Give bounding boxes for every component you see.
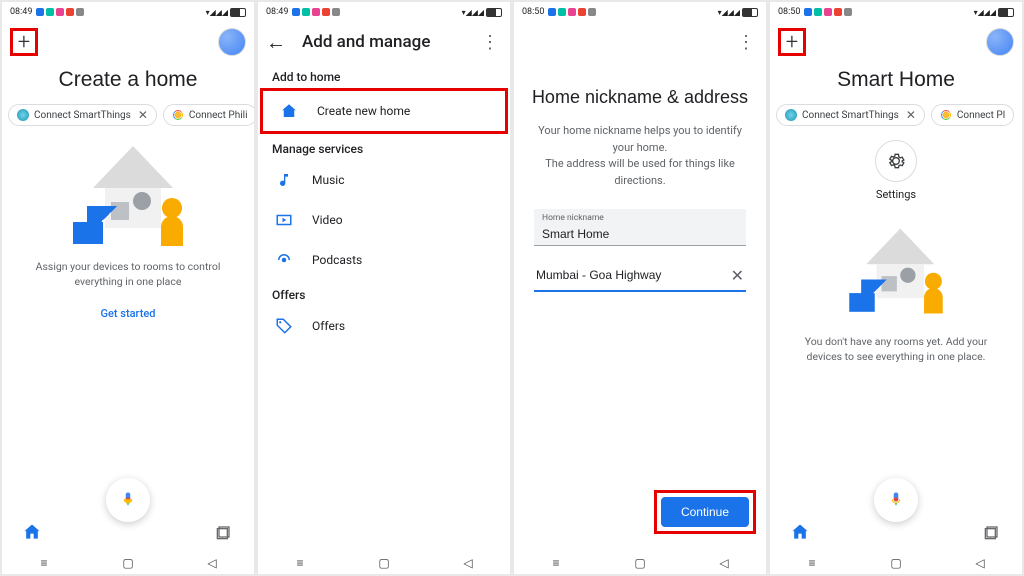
menu-icon[interactable]: ≡ [805, 556, 819, 570]
gear-icon [886, 151, 906, 171]
home-icon[interactable] [22, 522, 42, 542]
status-bar: 08:50 ▾ ◢ ◢ ◢ [514, 2, 766, 22]
appbar-title: Add and manage [302, 32, 462, 52]
top-bar: ⋮ [514, 22, 766, 62]
page-title: Create a home [2, 68, 254, 92]
chip-philips[interactable]: Connect Phili [163, 104, 254, 126]
back-nav-icon[interactable]: ◁ [205, 556, 219, 570]
video-icon [274, 210, 294, 230]
continue-button[interactable]: Continue [661, 497, 749, 527]
description: Your home nickname helps you to identify… [514, 123, 766, 189]
nickname-input[interactable] [542, 225, 738, 243]
mic-icon [887, 491, 905, 509]
system-nav: ≡ ▢ ◁ [258, 552, 510, 574]
nickname-field-group: Home nickname [534, 209, 746, 246]
status-time: 08:49 [266, 7, 288, 17]
back-icon[interactable]: ← [266, 30, 286, 55]
screen-nickname-address: 08:50 ▾ ◢ ◢ ◢ ⋮ Home nickname & address … [514, 2, 766, 574]
overflow-icon[interactable]: ⋮ [478, 32, 502, 53]
home-nav-icon[interactable]: ▢ [121, 556, 135, 570]
chip-philips[interactable]: Connect Pl [931, 104, 1014, 126]
status-indicators: ▾ ◢ ◢ ◢ [462, 8, 502, 17]
status-indicators: ▾ ◢ ◢ ◢ [974, 8, 1014, 17]
system-nav: ≡ ▢ ◁ [2, 552, 254, 574]
home-nav-icon[interactable]: ▢ [377, 556, 391, 570]
status-bar: 08:49 ▾ ◢ ◢ ◢ [258, 2, 510, 22]
add-button[interactable]: + [10, 28, 38, 56]
close-icon[interactable]: ✕ [906, 108, 916, 122]
menu-icon[interactable]: ≡ [37, 556, 51, 570]
back-nav-icon[interactable]: ◁ [717, 556, 731, 570]
section-add-to-home: Add to home [258, 62, 510, 88]
description: You don't have any rooms yet. Add your d… [770, 335, 1022, 364]
status-indicators: ▾ ◢ ◢ ◢ [206, 8, 246, 17]
page-title: Home nickname & address [514, 86, 766, 109]
chip-smartthings[interactable]: Connect SmartThings✕ [776, 104, 925, 126]
home-icon [279, 101, 299, 121]
chip-smartthings[interactable]: Connect SmartThings✕ [8, 104, 157, 126]
top-bar: + [770, 22, 1022, 62]
close-icon[interactable]: ✕ [138, 108, 148, 122]
suggestion-chips: Connect SmartThings✕ Connect Pl [770, 104, 1022, 126]
settings-label: Settings [770, 188, 1022, 201]
description: Assign your devices to rooms to control … [2, 260, 254, 289]
item-create-new-home[interactable]: Create new home [260, 88, 508, 134]
philips-hue-icon [172, 109, 184, 121]
system-nav: ≡ ▢ ◁ [770, 552, 1022, 574]
bottom-nav [770, 512, 1022, 552]
add-button[interactable]: + [778, 28, 806, 56]
home-nav-icon[interactable]: ▢ [633, 556, 647, 570]
smartthings-icon [17, 109, 29, 121]
item-music[interactable]: Music [258, 160, 510, 200]
back-nav-icon[interactable]: ◁ [973, 556, 987, 570]
clear-icon[interactable]: ✕ [731, 266, 744, 285]
status-time: 08:50 [522, 7, 544, 17]
status-indicators: ▾ ◢ ◢ ◢ [718, 8, 758, 17]
library-icon[interactable] [214, 522, 234, 542]
screen-create-home: 08:49 ▾ ◢ ◢ ◢ + Create a home Connect Sm… [2, 2, 254, 574]
continue-highlight: Continue [654, 490, 756, 534]
suggestion-chips: Connect SmartThings✕ Connect Phili [2, 104, 254, 126]
get-started-link[interactable]: Get started [2, 307, 254, 320]
home-nav-icon[interactable]: ▢ [889, 556, 903, 570]
status-time: 08:50 [778, 7, 800, 17]
address-field-group: ✕ [534, 260, 746, 292]
home-icon[interactable] [790, 522, 810, 542]
section-manage-services: Manage services [258, 134, 510, 160]
tag-icon [274, 316, 294, 336]
nickname-label: Home nickname [542, 213, 738, 223]
home-illustration [63, 146, 193, 246]
item-video[interactable]: Video [258, 200, 510, 240]
status-bar: 08:49 ▾ ◢ ◢ ◢ [2, 2, 254, 22]
overflow-icon[interactable]: ⋮ [734, 32, 758, 53]
page-title: Smart Home [770, 68, 1022, 92]
library-icon[interactable] [982, 522, 1002, 542]
mic-icon [119, 491, 137, 509]
music-icon [274, 170, 294, 190]
screen-smart-home: 08:50 ▾ ◢ ◢ ◢ + Smart Home Connect Smart… [770, 2, 1022, 574]
status-time: 08:49 [10, 7, 32, 17]
back-nav-icon[interactable]: ◁ [461, 556, 475, 570]
system-nav: ≡ ▢ ◁ [514, 552, 766, 574]
podcast-icon [274, 250, 294, 270]
menu-icon[interactable]: ≡ [293, 556, 307, 570]
smartthings-icon [785, 109, 797, 121]
avatar[interactable] [986, 28, 1014, 56]
philips-hue-icon [940, 109, 952, 121]
screen-add-manage: 08:49 ▾ ◢ ◢ ◢ ← Add and manage ⋮ Add to … [258, 2, 510, 574]
item-podcasts[interactable]: Podcasts [258, 240, 510, 280]
address-input[interactable] [536, 264, 725, 286]
bottom-nav [2, 512, 254, 552]
app-bar: ← Add and manage ⋮ [258, 22, 510, 62]
menu-icon[interactable]: ≡ [549, 556, 563, 570]
home-illustration [841, 229, 952, 314]
section-offers: Offers [258, 280, 510, 306]
status-bar: 08:50 ▾ ◢ ◢ ◢ [770, 2, 1022, 22]
item-offers[interactable]: Offers [258, 306, 510, 346]
settings-button[interactable] [875, 140, 917, 182]
top-bar: + [2, 22, 254, 62]
avatar[interactable] [218, 28, 246, 56]
